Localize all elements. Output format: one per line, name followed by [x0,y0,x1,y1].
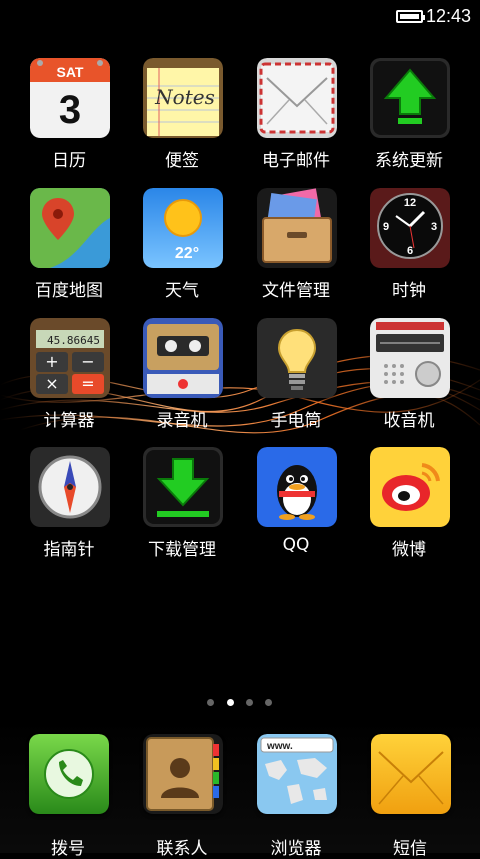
app-label: QQ [282,535,310,555]
phone-icon [29,734,109,814]
app-label: 日历 [52,151,86,171]
svg-text:9: 9 [383,221,389,233]
calendar-day-name: SAT [57,64,84,80]
light-bulb-icon [257,318,337,398]
contacts-book-icon [143,734,223,814]
browser-url-text: www. [266,741,293,752]
download-arrow-icon [143,447,223,527]
app-weather[interactable]: 22° 天气 [127,188,237,308]
weibo-icon [370,447,450,527]
qq-penguin-icon [257,447,337,527]
page-dot[interactable] [265,699,272,706]
file-drawer-icon [257,188,337,268]
svg-text:−: − [81,352,94,371]
app-calendar[interactable]: SAT 3 日历 [14,58,124,178]
app-clock[interactable]: 12 3 6 9 时钟 [354,188,464,308]
sms-envelope-icon [371,734,451,814]
app-label: 指南针 [43,540,95,560]
app-label: 便签 [165,151,199,171]
status-bar: 12:43 [0,0,480,34]
app-label: 下载管理 [148,540,216,560]
weather-sun-icon: 22° [143,188,223,268]
svg-text:+: + [45,352,58,371]
app-file-manager[interactable]: 文件管理 [241,188,351,308]
svg-text:3: 3 [431,221,437,233]
svg-text:6: 6 [407,245,413,257]
calculator-display: 45.86645 [47,334,100,347]
dock-app-browser[interactable]: www. 浏览器 [241,734,351,859]
dock-app-contacts[interactable]: 联系人 [127,734,237,859]
app-baidu-map[interactable]: 百度地图 [14,188,124,308]
cassette-icon [143,318,223,398]
clock-icon: 12 3 6 9 [370,188,450,268]
compass-icon [30,447,110,527]
page-dot-active[interactable] [227,699,234,706]
page-dot[interactable] [246,699,253,706]
update-arrow-icon [370,58,450,138]
calculator-icon: 45.86645 + − × = [30,318,110,398]
app-label: 浏览器 [270,839,322,859]
app-label: 微博 [392,540,426,560]
app-label: 系统更新 [375,151,443,171]
status-time: 12:43 [426,6,472,26]
app-label: 时钟 [392,281,426,301]
app-compass[interactable]: 指南针 [14,447,124,567]
calendar-day-number: 3 [59,88,81,132]
battery-icon [396,10,425,23]
dock-app-phone[interactable]: 拨号 [13,734,123,859]
app-label: 天气 [165,281,199,301]
app-label: 电子邮件 [262,151,330,171]
calendar-icon: SAT 3 [30,58,110,138]
app-label: 计算器 [43,411,95,431]
app-weibo[interactable]: 微博 [354,447,464,567]
app-label: 录音机 [156,411,208,431]
dock: 拨号 联系人 www. 浏览器 短信 [0,720,480,859]
app-flashlight[interactable]: 手电筒 [241,318,351,438]
svg-text:12: 12 [404,197,416,209]
weather-temperature: 22° [175,245,199,262]
notes-text: Notes [154,85,215,109]
app-label: 收音机 [383,411,435,431]
page-indicator [0,697,480,709]
envelope-icon [257,58,337,138]
app-recorder[interactable]: 录音机 [127,318,237,438]
app-radio[interactable]: 收音机 [354,318,464,438]
dock-app-sms[interactable]: 短信 [355,734,465,859]
app-system-update[interactable]: 系统更新 [354,58,464,178]
app-download-manager[interactable]: 下载管理 [127,447,237,567]
browser-world-map-icon: www. [257,734,337,814]
app-label: 拨号 [51,839,85,859]
app-label: 文件管理 [262,281,330,301]
page-dot[interactable] [207,699,214,706]
app-qq[interactable]: QQ [241,447,351,567]
app-notes[interactable]: Notes 便签 [127,58,237,178]
notes-icon: Notes [143,58,223,138]
app-label: 百度地图 [35,281,103,301]
app-label: 联系人 [156,839,208,859]
radio-icon [370,318,450,398]
app-email[interactable]: 电子邮件 [241,58,351,178]
app-calculator[interactable]: 45.86645 + − × = 计算器 [14,318,124,438]
map-pin-icon [30,188,110,268]
svg-text:=: = [81,374,94,393]
svg-text:×: × [45,374,58,393]
app-label: 手电筒 [270,411,322,431]
app-label: 短信 [393,839,427,859]
